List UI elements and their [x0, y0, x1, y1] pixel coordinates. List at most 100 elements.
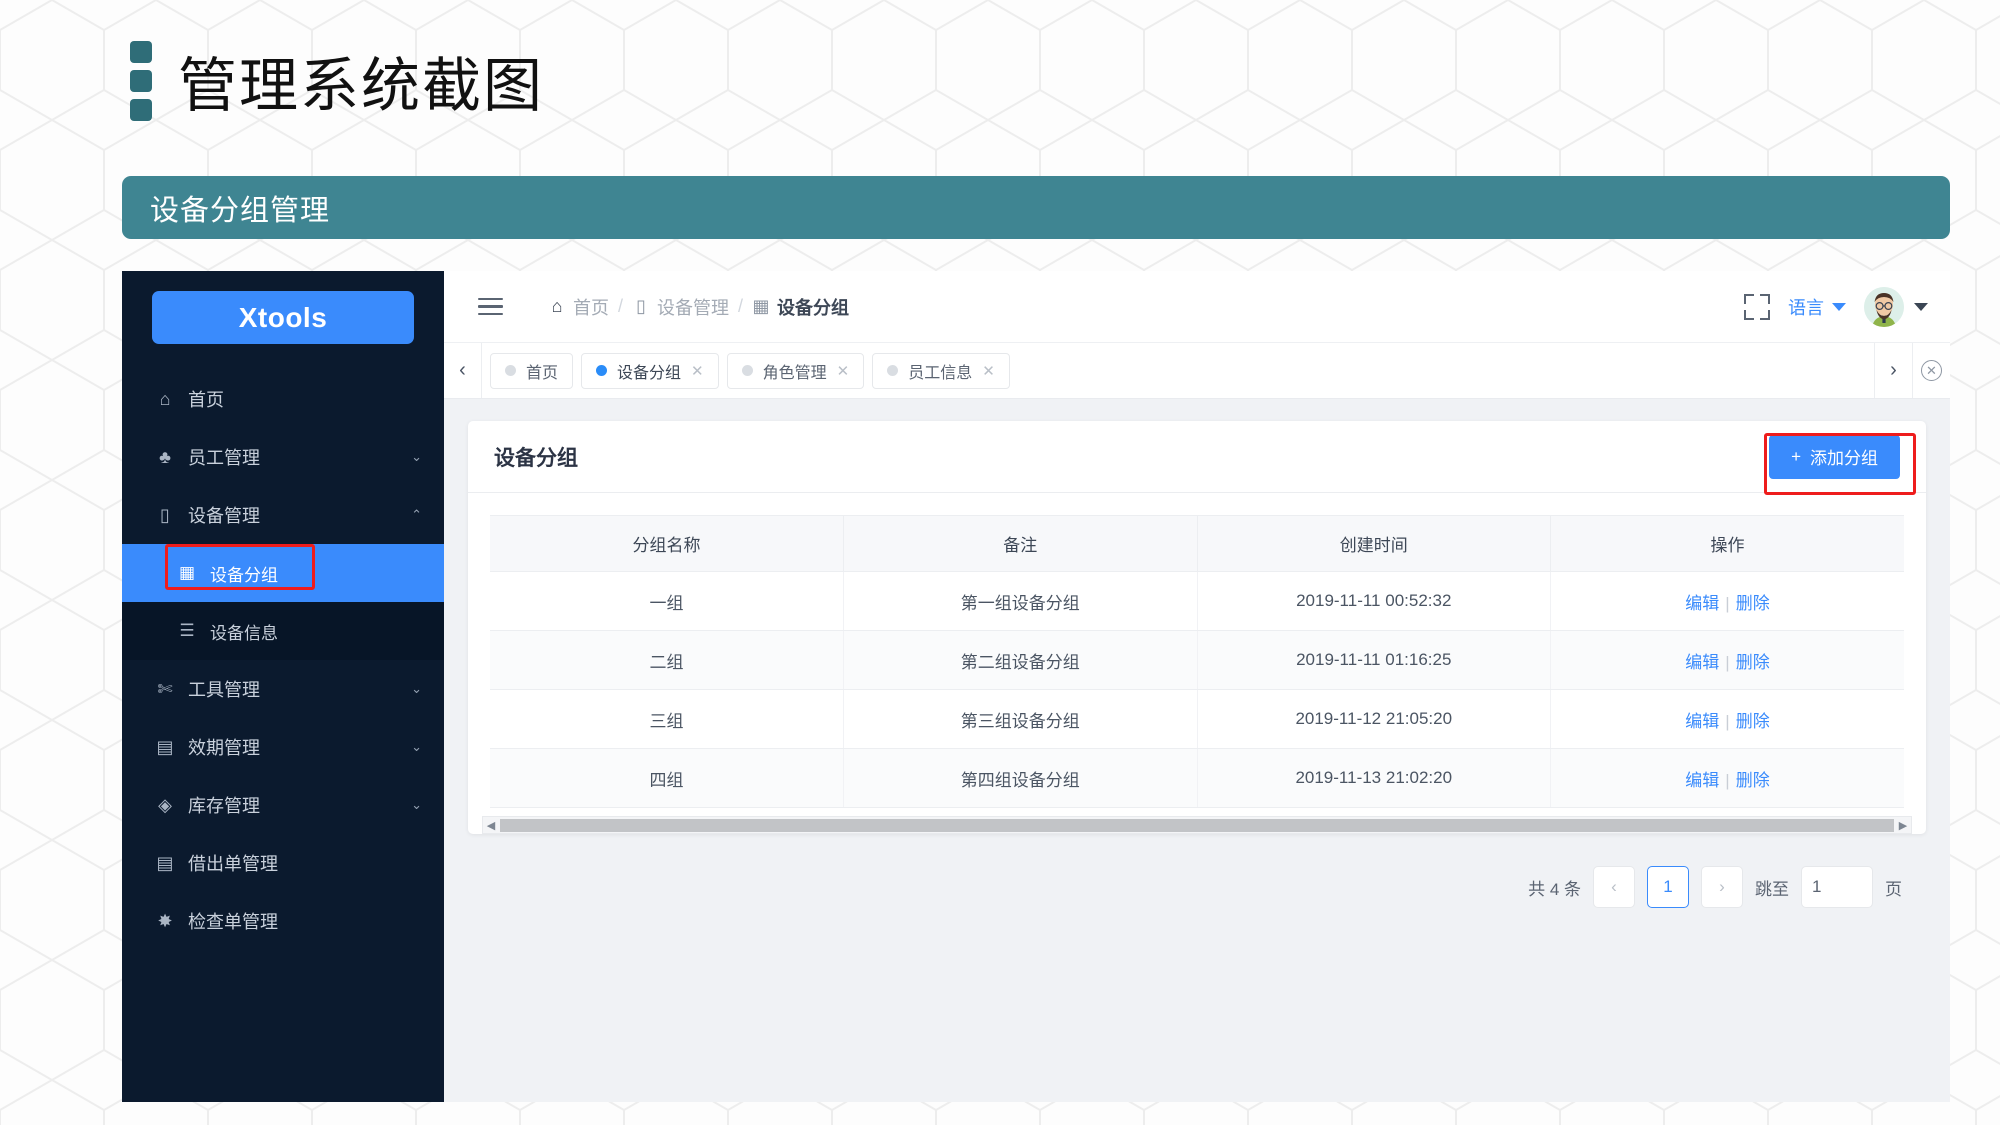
tab-label: 首页: [526, 364, 559, 382]
breadcrumb-item-0[interactable]: ⌂ 首页: [548, 294, 609, 320]
user-menu[interactable]: [1864, 286, 1928, 327]
jump-page-input[interactable]: [1801, 866, 1873, 908]
sidebar-item-4[interactable]: ☰ 设备信息: [122, 602, 444, 660]
cell-name: 三组: [490, 689, 844, 749]
sidebar-item-label: 检查单管理: [188, 912, 278, 932]
edit-link[interactable]: 编辑: [1685, 712, 1719, 731]
sidebar-item-label: 首页: [188, 390, 224, 410]
chevron-icon: ⌄: [411, 739, 422, 754]
pagination: 共 4 条 ‹ 1 › 跳至 页: [468, 848, 1926, 908]
action-separator: |: [1725, 711, 1730, 731]
main-area: ⌂ 首页 / ▯ 设备管理 / ▦ 设备分组 语言 ‹ 首页 设备分组 ✕ 角色…: [444, 271, 1950, 1102]
sidebar-item-1[interactable]: ♣ 员工管理 ⌄: [122, 428, 444, 486]
chevron-down-icon: [1832, 302, 1846, 311]
device-group-table: 分组名称 备注 创建时间 操作 一组 第一组设备分组 2019-11-11 00:52:3…: [490, 515, 1904, 808]
breadcrumb-label: 首页: [573, 297, 609, 318]
home-icon: ⌂: [551, 296, 563, 316]
table-row: 二组 第二组设备分组 2019-11-11 01:16:25 编辑 | 删除: [490, 630, 1904, 690]
tab-close-icon[interactable]: ✕: [691, 362, 704, 380]
language-selector[interactable]: 语言: [1788, 294, 1846, 320]
scroll-left-icon[interactable]: ◀: [483, 819, 499, 832]
chevron-icon: ⌄: [411, 681, 422, 696]
column-header-3: 操作: [1550, 515, 1904, 572]
hamburger-icon[interactable]: [478, 297, 503, 316]
page-number-1[interactable]: 1: [1647, 866, 1689, 908]
chevron-icon: ⌄: [411, 449, 422, 464]
column-header-2: 创建时间: [1196, 515, 1551, 572]
sidebar-item-7[interactable]: ◈ 库存管理 ⌄: [122, 776, 444, 834]
horizontal-scrollbar[interactable]: ◀ ▶: [482, 816, 1912, 834]
sidebar-item-3[interactable]: ▦ 设备分组: [122, 544, 444, 602]
circle-close-icon: ✕: [1921, 360, 1942, 381]
delete-link[interactable]: 删除: [1736, 653, 1770, 672]
tab-status-dot: [505, 365, 516, 376]
fullscreen-icon[interactable]: [1744, 293, 1770, 320]
top-header: ⌂ 首页 / ▯ 设备管理 / ▦ 设备分组 语言: [444, 271, 1950, 343]
breadcrumb-item-1[interactable]: ▯ 设备管理: [632, 294, 729, 320]
edit-link[interactable]: 编辑: [1685, 771, 1719, 790]
sidebar-item-0[interactable]: ⌂ 首页: [122, 370, 444, 428]
tab-0[interactable]: 首页: [490, 352, 574, 389]
tab-list: 首页 设备分组 ✕ 角色管理 ✕ 员工信息 ✕: [482, 343, 1018, 398]
tab-close-icon[interactable]: ✕: [837, 362, 850, 380]
delete-link[interactable]: 删除: [1736, 594, 1770, 613]
sidebar-item-label: 设备分组: [210, 565, 278, 585]
cell-created: 2019-11-13 21:02:20: [1196, 748, 1551, 808]
tab-status-dot: [741, 365, 753, 376]
tabs-scroll-left-icon[interactable]: ‹: [444, 343, 482, 398]
document-icon: ▤: [156, 736, 174, 757]
app-logo[interactable]: Xtools: [152, 291, 414, 344]
logo-container: Xtools: [122, 271, 444, 354]
avatar: [1864, 286, 1904, 327]
action-separator: |: [1725, 770, 1730, 790]
edit-link[interactable]: 编辑: [1685, 653, 1719, 672]
sidebar-item-2[interactable]: ▯ 设备管理 ⌃: [122, 486, 444, 544]
table-header-row: 分组名称 备注 创建时间 操作: [490, 515, 1904, 572]
sidebar: Xtools ⌂ 首页 ♣ 员工管理 ⌄ ▯ 设备管理 ⌃ ▦ 设备分组 ☰ 设备信息 ✄ 工具管理 ⌄ ▤ 效…: [122, 271, 444, 1102]
content-area: 设备分组 + 添加分组 分组名称 备注 创建时间 操作 一组 第一组设备分组 2019-1…: [444, 399, 1950, 1102]
tab-close-icon[interactable]: ✕: [982, 362, 995, 380]
scrollbar-thumb[interactable]: [500, 818, 1894, 832]
sidebar-item-9[interactable]: ✸ 检查单管理: [122, 892, 444, 950]
add-group-button[interactable]: + 添加分组: [1769, 434, 1900, 479]
cell-remark: 第二组设备分组: [843, 630, 1197, 690]
sidebar-item-label: 设备管理: [188, 506, 260, 526]
sidebar-nav: ⌂ 首页 ♣ 员工管理 ⌄ ▯ 设备管理 ⌃ ▦ 设备分组 ☰ 设备信息 ✄ 工具管理 ⌄ ▤ 效期管理 ⌄ ◈ 库存…: [122, 370, 444, 950]
total-count-label: 共 4 条: [1528, 879, 1581, 899]
sidebar-item-8[interactable]: ▤ 借出单管理: [122, 834, 444, 892]
delete-link[interactable]: 删除: [1736, 712, 1770, 731]
cell-created: 2019-11-12 21:05:20: [1196, 689, 1551, 749]
tab-1[interactable]: 设备分组 ✕: [581, 352, 719, 389]
scroll-right-icon[interactable]: ▶: [1895, 819, 1911, 832]
chevron-down-icon: [1914, 302, 1928, 311]
action-separator: |: [1725, 652, 1730, 672]
edit-link[interactable]: 编辑: [1685, 594, 1719, 613]
card-header: 设备分组 + 添加分组: [468, 421, 1926, 495]
prev-page-button[interactable]: ‹: [1593, 866, 1635, 908]
tab-3[interactable]: 员工信息 ✕: [872, 352, 1010, 389]
page-title: 管理系统截图: [178, 51, 545, 120]
tab-2[interactable]: 角色管理 ✕: [726, 352, 865, 389]
table-body: 一组 第一组设备分组 2019-11-11 00:52:32 编辑 | 删除 二组 第二组设备…: [490, 571, 1904, 808]
device-group-card: 设备分组 + 添加分组 分组名称 备注 创建时间 操作 一组 第一组设备分组 2019-1…: [468, 421, 1926, 834]
close-all-tabs-button[interactable]: ✕: [1912, 343, 1950, 398]
tabs-scroll-right-icon[interactable]: ›: [1874, 343, 1912, 398]
sidebar-item-5[interactable]: ✄ 工具管理 ⌄: [122, 660, 444, 718]
breadcrumb-label: 设备分组: [777, 297, 850, 318]
tab-status-dot: [887, 365, 899, 376]
cell-actions: 编辑 | 删除: [1550, 571, 1904, 631]
breadcrumb-item-2: ▦ 设备分组: [752, 294, 850, 320]
decorative-squares-icon: [130, 40, 152, 121]
tab-strip: ‹ 首页 设备分组 ✕ 角色管理 ✕ 员工信息 ✕ › ✕: [444, 343, 1950, 399]
next-page-button[interactable]: ›: [1701, 866, 1743, 908]
breadcrumb-separator: /: [618, 296, 624, 316]
device-icon: ▯: [160, 504, 170, 525]
sidebar-item-6[interactable]: ▤ 效期管理 ⌄: [122, 718, 444, 776]
users-icon: ♣: [159, 446, 171, 467]
action-separator: |: [1725, 593, 1730, 613]
table-row: 一组 第一组设备分组 2019-11-11 00:52:32 编辑 | 删除: [490, 571, 1904, 631]
add-group-label: 添加分组: [1810, 449, 1878, 468]
sidebar-item-label: 员工管理: [188, 448, 260, 468]
delete-link[interactable]: 删除: [1736, 771, 1770, 790]
cell-remark: 第四组设备分组: [843, 748, 1197, 808]
